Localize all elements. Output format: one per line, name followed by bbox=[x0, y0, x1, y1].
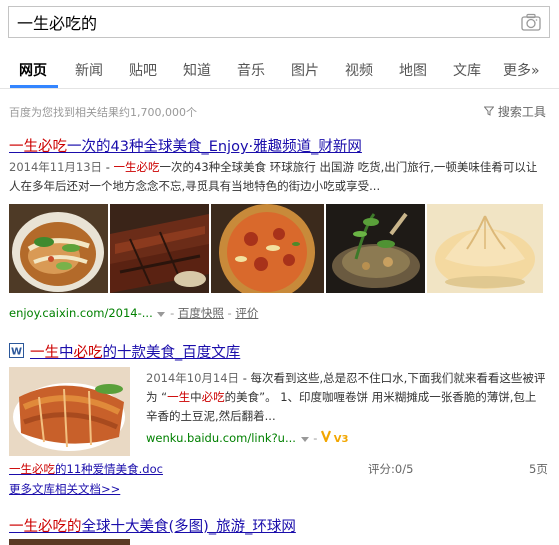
camera-icon[interactable] bbox=[521, 13, 541, 31]
food-image-pizza[interactable] bbox=[211, 204, 324, 293]
dropdown-arrow-icon[interactable] bbox=[300, 431, 310, 445]
result-1-date: 2014年11月13日 bbox=[9, 160, 103, 174]
results-count: 百度为您找到相关结果约1,700,000个 bbox=[9, 106, 197, 119]
result-2-doc-link[interactable]: 一生必吃的11种爱情美食.doc bbox=[9, 461, 163, 477]
active-tab-indicator bbox=[10, 85, 58, 88]
result-2-rating: 评分:0/5 bbox=[368, 462, 414, 476]
tab-news[interactable]: 新闻 bbox=[75, 60, 103, 80]
result-2-url[interactable]: wenku.baidu.com/link?u... bbox=[146, 431, 296, 445]
tab-more[interactable]: 更多» bbox=[503, 60, 540, 80]
tab-tieba[interactable]: 贴吧 bbox=[129, 60, 157, 80]
dropdown-arrow-icon[interactable] bbox=[156, 306, 166, 320]
tab-images[interactable]: 图片 bbox=[291, 60, 319, 80]
word-doc-icon: W bbox=[9, 343, 24, 358]
result-2-url-line: wenku.baidu.com/link?u... - V3 bbox=[146, 430, 349, 445]
result-1-snippet: 2014年11月13日 - 一生必吃一次的43种全球美食 环球旅行 出国游 吃货… bbox=[9, 160, 538, 193]
result-2-thumbnail[interactable] bbox=[9, 367, 130, 456]
search-input[interactable] bbox=[9, 7, 525, 37]
food-image-ribs[interactable] bbox=[110, 204, 209, 293]
result-1-snippet-highlight: 一生必吃 bbox=[113, 160, 160, 174]
result-1-title[interactable]: 一生必吃一次的43种全球美食_Enjoy·雅趣频道_财新网 bbox=[9, 135, 362, 156]
search-tools-button[interactable]: 搜索工具 bbox=[483, 103, 546, 120]
result-2-snippet: 2014年10月14日 - 每次看到这些,总是忍不住口水,下面我们就来看看这些被… bbox=[146, 371, 546, 423]
result-3-thumbnail-partial[interactable] bbox=[9, 539, 130, 545]
tab-web[interactable]: 网页 bbox=[19, 60, 47, 80]
result-1-title-highlight: 一生必吃 bbox=[9, 139, 67, 155]
tab-video[interactable]: 视频 bbox=[345, 60, 373, 80]
food-image-soup[interactable] bbox=[9, 204, 108, 293]
result-1-url-line: enjoy.caixin.com/2014-... - 百度快照 - 评价 bbox=[9, 306, 259, 320]
food-image-dumpling[interactable] bbox=[427, 204, 543, 293]
food-image-herbs[interactable] bbox=[326, 204, 425, 293]
search-box[interactable] bbox=[8, 6, 550, 38]
result-1-cache-link[interactable]: 百度快照 bbox=[178, 306, 224, 320]
tab-map[interactable]: 地图 bbox=[399, 60, 427, 80]
result-2-pages: 5页 bbox=[529, 462, 548, 476]
search-tools-label: 搜索工具 bbox=[497, 105, 546, 119]
result-1-url[interactable]: enjoy.caixin.com/2014-... bbox=[9, 306, 153, 320]
result-1-review-link[interactable]: 评价 bbox=[235, 306, 258, 320]
v3-badge: V3 bbox=[333, 434, 349, 445]
filter-icon bbox=[483, 105, 498, 119]
result-2-title[interactable]: 一生中必吃的十款美食_百度文库 bbox=[30, 341, 240, 362]
svg-text:W: W bbox=[11, 347, 22, 358]
result-1-title-text: 一次的43种全球美食_Enjoy·雅趣频道_财新网 bbox=[67, 139, 362, 155]
tab-music[interactable]: 音乐 bbox=[237, 60, 265, 80]
result-1-image-strip bbox=[9, 204, 543, 293]
more-wenku-docs-link[interactable]: 更多文库相关文档>> bbox=[9, 481, 120, 497]
tab-wenku[interactable]: 文库 bbox=[453, 60, 481, 80]
tab-zhidao[interactable]: 知道 bbox=[183, 60, 211, 80]
search-tabs: 网页 新闻 贴吧 知道 音乐 图片 视频 地图 文库 更多» bbox=[0, 52, 559, 89]
result-3-title[interactable]: 一生必吃的全球十大美食(多图)_旅游_环球网 bbox=[9, 515, 296, 536]
